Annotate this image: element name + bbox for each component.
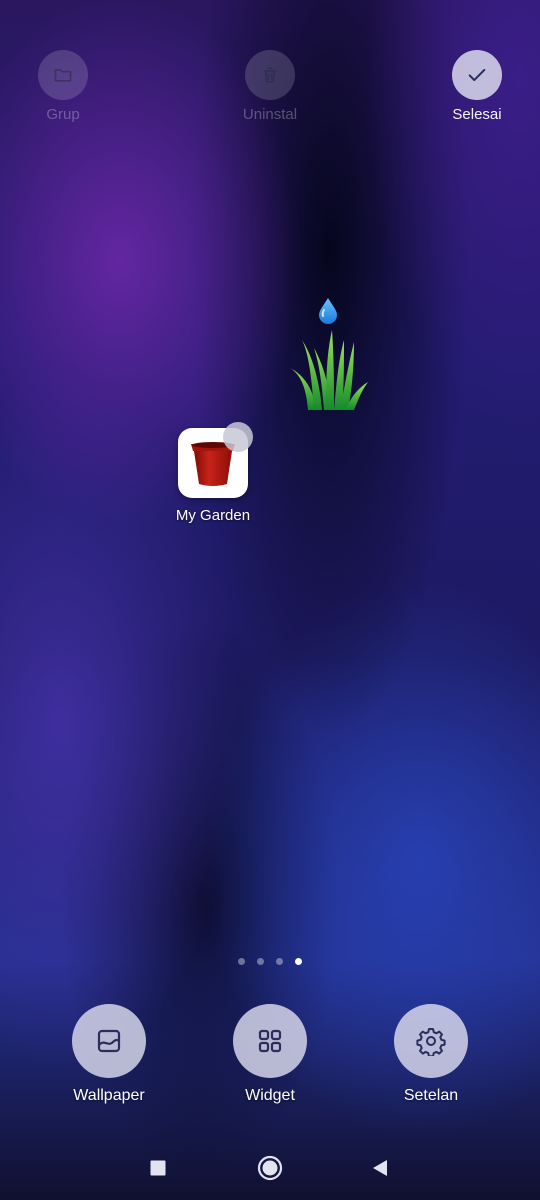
group-label: Grup [46, 106, 80, 123]
wallpaper-icon [97, 1029, 121, 1053]
group-button[interactable]: Grup [13, 50, 113, 123]
uninstall-button-circle[interactable] [245, 50, 295, 100]
square-icon [150, 1160, 166, 1176]
folder-icon [54, 69, 72, 82]
back-button[interactable] [358, 1146, 402, 1190]
done-label: Selesai [452, 106, 502, 123]
page-dot-active[interactable] [295, 958, 302, 965]
triangle-back-icon [373, 1160, 387, 1176]
page-dot[interactable] [257, 958, 264, 965]
widget-button-circle[interactable] [233, 1004, 307, 1078]
wallpaper-button-circle[interactable] [72, 1004, 146, 1078]
page-dot[interactable] [238, 958, 245, 965]
app-label: My Garden [175, 507, 251, 524]
done-button-circle[interactable] [452, 50, 502, 100]
uninstall-button[interactable]: Uninstal [220, 50, 320, 123]
app-select-badge[interactable] [223, 422, 253, 452]
garden-widget[interactable] [284, 296, 372, 416]
trash-icon [263, 67, 277, 83]
widget-label: Widget [245, 1087, 295, 1104]
recents-button[interactable] [136, 1146, 180, 1190]
circle-icon [257, 1155, 283, 1181]
uninstall-label: Uninstal [242, 106, 298, 123]
page-dot[interactable] [276, 958, 283, 965]
gear-icon [416, 1028, 446, 1056]
grass-water-drop-icon [290, 298, 368, 410]
group-button-circle[interactable] [38, 50, 88, 100]
page-indicator[interactable] [0, 958, 540, 965]
done-button[interactable]: Selesai [427, 50, 527, 123]
checkmark-icon [468, 68, 486, 82]
widgets-grid-icon [258, 1029, 282, 1053]
home-button[interactable] [248, 1146, 292, 1190]
settings-button[interactable]: Setelan [371, 1004, 491, 1105]
app-my-garden[interactable]: My Garden [170, 422, 256, 524]
wallpaper-button[interactable]: Wallpaper [49, 1004, 169, 1105]
edit-mode-tools: Wallpaper Widget Setelan [0, 1004, 540, 1114]
settings-button-circle[interactable] [394, 1004, 468, 1078]
settings-label: Setelan [403, 1087, 459, 1104]
edit-mode-top-bar: Grup Uninstal Selesai [0, 50, 540, 130]
system-navigation-bar [0, 1140, 540, 1196]
wallpaper-label: Wallpaper [73, 1087, 145, 1104]
widget-button[interactable]: Widget [210, 1004, 330, 1105]
